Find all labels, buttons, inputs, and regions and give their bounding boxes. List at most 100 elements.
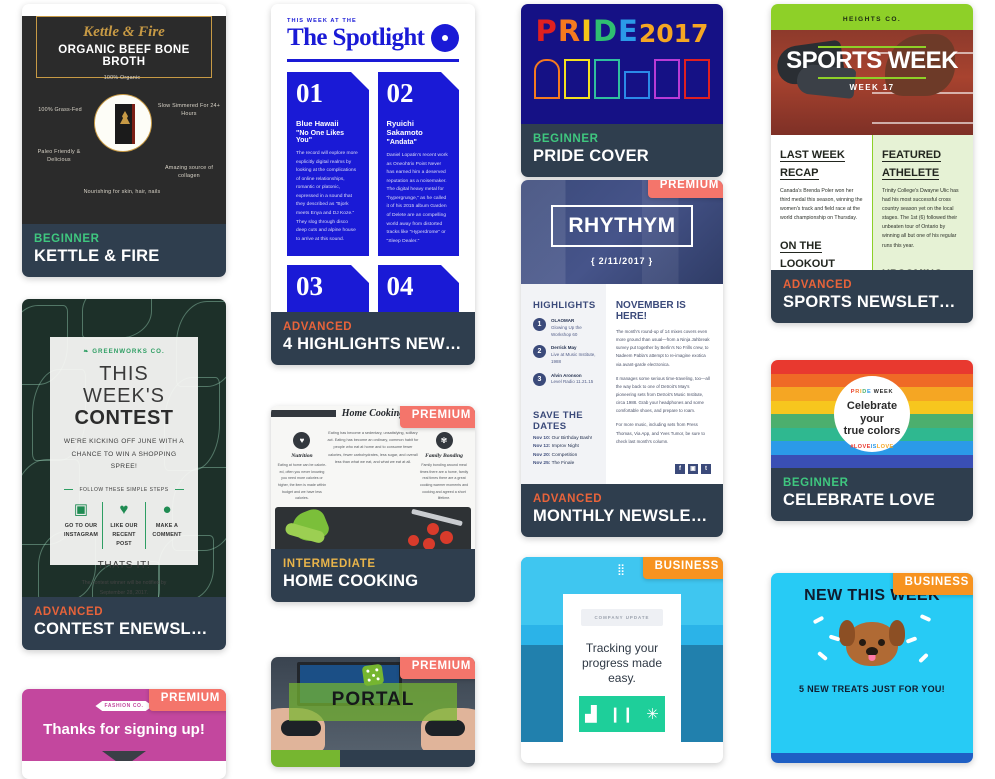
growth-chart-icon: ▟ xyxy=(585,706,597,723)
dice-icon xyxy=(361,663,385,687)
level-label: ADVANCED xyxy=(783,279,853,291)
sw-section: UPCOMING EVENTS JULY 17: WOMEN'S RUGBY J… xyxy=(882,264,964,270)
contest-step-label: LIKE OUR RECENT POST xyxy=(110,522,138,547)
card-footer: BEGINNER KETTLE & FIRE xyxy=(22,224,226,277)
mn-hero-date: { 2/11/2017 } xyxy=(591,256,653,266)
contest-fine-2: September 28, 2017. xyxy=(99,589,149,596)
hc-quadrant: ✾ Family Bonding Family bonding around m… xyxy=(419,426,469,502)
cl-message-1: Celebrate your xyxy=(846,400,898,425)
template-card-kettle-and-fire[interactable]: Kettle & Fire ORGANIC BEEF BONE BROTH 10… xyxy=(22,4,226,277)
template-card-thanks-for-signing-up[interactable]: PREMIUM FASHION CO. Thanks for signing u… xyxy=(22,689,226,779)
bone-icon xyxy=(905,636,918,644)
mn-highlight-title: Derrick May xyxy=(551,345,577,351)
mn-article-para: It manages some serious time-traveling, … xyxy=(615,375,710,414)
mn-date-row: Nov 25: The Finale xyxy=(533,461,575,466)
template-card-sports-newsletter[interactable]: HEIGHTS CO. SPORTS WEEK WEEK 17 LAST WEE… xyxy=(771,4,973,323)
twitter-icon[interactable]: t xyxy=(700,463,711,474)
card-footer: ADVANCED CONTEST ENEWSLETTER xyxy=(22,597,226,650)
level-label: BEGINNER xyxy=(34,233,100,245)
bone-icon xyxy=(812,615,825,625)
sp-song: "No One Likes You" xyxy=(296,130,345,144)
hc-body: ♥ Nutrition Eating at home can be calori… xyxy=(271,421,475,502)
template-gallery-board: Kettle & Fire ORGANIC BEEF BONE BROTH 10… xyxy=(0,0,995,779)
template-card-tracking-progress[interactable]: BUSINESS ⣿ COMPANY UPDATE Tracking your … xyxy=(521,557,723,763)
apartments-icon xyxy=(594,58,620,99)
mn-date-row: Nov 12: Improv Night xyxy=(533,444,579,449)
kf-callout-4: Amazing source of collagen xyxy=(164,165,214,180)
cl-message-2: true colors xyxy=(843,425,901,438)
bone-icon xyxy=(919,613,932,623)
kf-product-box-icon xyxy=(115,104,135,144)
premium-badge: PREMIUM xyxy=(148,689,226,711)
sw-section: LAST WEEK RECAP Canada's Brenda Poler wo… xyxy=(780,145,863,223)
template-card-celebrate-love[interactable]: ким PRIDE WEEK Celebrate your true color… xyxy=(771,360,973,521)
nw-sub: 5 NEW TREATS JUST FOR YOU! xyxy=(799,684,945,694)
facebook-icon[interactable]: f xyxy=(674,463,685,474)
mn-highlights-heading: HIGHLIGHTS xyxy=(533,300,596,311)
pride-letter: I xyxy=(581,14,592,48)
pride-letter: D xyxy=(592,14,618,48)
mn-left-column: HIGHLIGHTS 1 OLAOMAR Glowing Up the Work… xyxy=(521,284,606,484)
contest-headline-2: CONTEST xyxy=(74,407,174,429)
sp-number: 03 xyxy=(296,271,323,302)
card-title: MONTHLY NEWSLETTER xyxy=(533,507,711,525)
template-card-pride-cover[interactable]: P R I D E 2017 BEGINNER PRIDE COVER xyxy=(521,4,723,177)
template-card-new-this-week[interactable]: BUSINESS NEW THIS WEEK 5 NEW TREATS JUST… xyxy=(771,573,973,763)
card-footer: BEGINNER CELEBRATE LOVE xyxy=(771,468,973,521)
contest-step-label: MAKE A COMMENT xyxy=(152,522,182,538)
level-label: ADVANCED xyxy=(283,321,353,333)
mn-highlight-title: OLAOMAR xyxy=(551,318,575,323)
museum-icon xyxy=(654,58,680,99)
sw-week: WEEK 17 xyxy=(849,83,895,93)
mn-number: 1 xyxy=(533,318,546,331)
footsteps-icon: ❙❙ xyxy=(608,706,635,723)
thumbnail: Kettle & Fire ORGANIC BEEF BONE BROTH 10… xyxy=(22,4,226,224)
family-badge-icon: ✾ xyxy=(435,432,453,449)
template-card-portal[interactable]: PREMIUM PORTAL xyxy=(271,657,475,767)
contest-step: ● MAKE A COMMENT xyxy=(145,501,188,550)
sw-heading: UPCOMING EVENTS xyxy=(882,267,943,270)
template-card-contest-enewsletter[interactable]: ❧ GREENWORKS CO. THIS WEEK'S CONTEST WE'… xyxy=(22,299,226,650)
contest-steps: ▣ GO TO OUR INSTAGRAM ♥ LIKE OUR RECENT … xyxy=(60,501,188,550)
card-title: CONTEST ENEWSLETTER xyxy=(34,620,214,638)
level-label: ADVANCED xyxy=(533,493,603,505)
kf-callout-3: Paleo Friendly & Delicious xyxy=(37,149,81,164)
cl-kicker: PRIDE WEEK xyxy=(850,389,894,395)
card-title: HOME COOKING xyxy=(283,572,419,590)
kf-callout-1: 100% Grass-Fed xyxy=(38,107,82,113)
sp-body: Daniel Lopatin's recent work as Oneohtri… xyxy=(386,153,448,244)
sw-heading: ON THE LOOKOUT xyxy=(780,240,835,270)
arrow-down-graphic xyxy=(102,751,146,761)
mn-article-heading: NOVEMBER IS HERE! xyxy=(615,300,686,322)
card-footer: ADVANCED MONTHLY NEWSLETTER xyxy=(521,484,723,537)
pride-skyline xyxy=(533,58,711,99)
kf-product-circle xyxy=(94,94,152,152)
portal-footer-strip xyxy=(271,750,475,767)
thanks-headline: Thanks for signing up! xyxy=(43,721,205,738)
sp-item: 02 Ryuichi Sakamoto "Andata" Daniel Lopa… xyxy=(377,72,459,257)
card-title: 4 HIGHLIGHTS NEWSLET... xyxy=(283,335,463,353)
template-card-home-cooking[interactable]: PREMIUM Home Cooking ♥ Nutrition Eating … xyxy=(271,406,475,602)
template-card-4-highlights-newsletter[interactable]: THIS WEEK AT THE The Spotlight 01 Blue H… xyxy=(271,4,475,365)
portal-dark-block xyxy=(340,750,475,767)
portal-word: PORTAL xyxy=(331,689,415,710)
sw-section: FEATURED ATHELETE Trinity College's Dway… xyxy=(882,145,964,251)
sw-heading: LAST WEEK RECAP xyxy=(780,149,845,180)
thumbnail: NEW THIS WEEK 5 NEW TREATS JUST FOR YOU! xyxy=(771,573,973,763)
contest-thats-it: THATS IT! xyxy=(97,560,151,572)
template-card-monthly-newsletter[interactable]: PREMIUM RHYTHYM { 2/11/2017 } HIGHLIGHTS… xyxy=(521,180,723,537)
dog-eye xyxy=(878,639,885,646)
hc-lead-column: Eating has become a sedentary, unsatisfy… xyxy=(327,426,419,502)
instagram-icon[interactable]: ▣ xyxy=(687,463,698,474)
dog-ear xyxy=(839,620,855,646)
mn-columns: HIGHLIGHTS 1 OLAOMAR Glowing Up the Work… xyxy=(521,284,723,484)
sw-right-column: FEATURED ATHELETE Trinity College's Dway… xyxy=(872,135,973,270)
new-this-week-design: NEW THIS WEEK 5 NEW TREATS JUST FOR YOU! xyxy=(771,573,973,753)
thumbnail: ⣿ COMPANY UPDATE Tracking your progress … xyxy=(521,557,723,742)
mn-date-row: Nov 20: Competition xyxy=(533,452,578,458)
sp-number: 01 xyxy=(296,78,323,108)
building-icon xyxy=(534,58,560,99)
kf-brand-script: Kettle & Fire xyxy=(83,24,165,40)
sw-body: Canada's Brenda Poler won her third meda… xyxy=(780,188,863,222)
kf-callout-0: 100% Organic xyxy=(103,75,141,81)
